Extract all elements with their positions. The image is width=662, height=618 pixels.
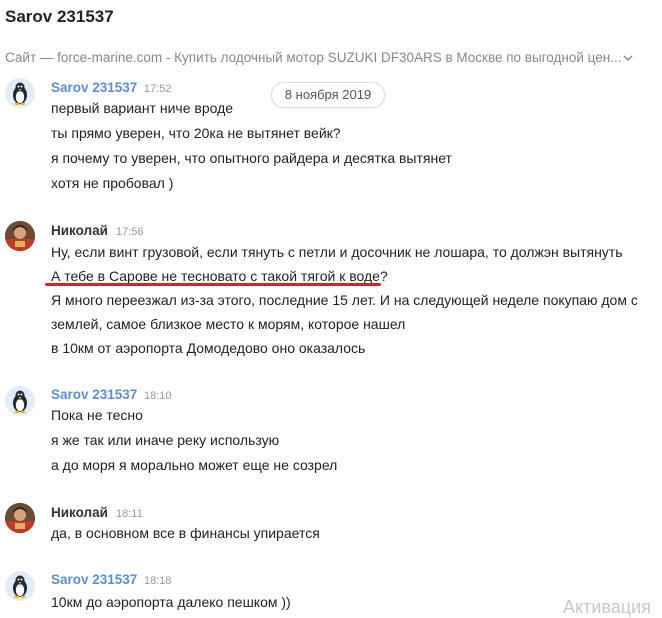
message-line: Пока не тесно <box>51 407 143 423</box>
message-line: Я много переезжал из-за этого, последние… <box>51 292 638 308</box>
site-preview-bar[interactable]: Сайт — force-marine.com - Купить лодочны… <box>5 50 635 65</box>
message-time: 18:18 <box>144 575 172 587</box>
avatar[interactable] <box>5 78 35 108</box>
message-line: я же так или иначе реку использую <box>51 432 280 448</box>
message-line: землей, самое близкое место к морям, кот… <box>51 316 406 332</box>
message-author[interactable]: Николай <box>51 505 108 520</box>
highlight-underline <box>45 283 381 286</box>
message-time: 17:52 <box>144 83 172 95</box>
message-line: 10км до аэропорта далеко пешком )) <box>51 594 291 610</box>
chevron-down-icon[interactable] <box>621 50 635 65</box>
site-preview-text: Сайт — force-marine.com - Купить лодочны… <box>5 50 622 65</box>
avatar[interactable] <box>5 571 35 601</box>
message-author[interactable]: Sarov 231537 <box>51 387 137 402</box>
message-line: первый вариант ниче вроде <box>51 100 234 116</box>
chat-title: Sarov 231537 <box>5 7 114 26</box>
message-line: Ну, если винт грузовой, если тянуть с пе… <box>51 244 623 260</box>
message-line: да, в основном все в финансы упирается <box>51 525 320 541</box>
message-line: хотя не пробовал ) <box>51 175 174 191</box>
penguin-icon <box>13 575 27 599</box>
activation-watermark: Активация <box>563 597 651 617</box>
date-separator: 8 ноября 2019 <box>271 82 385 108</box>
message-line: А тебе в Сарове не тесновато с такой тяг… <box>51 268 388 284</box>
message-time: 18:10 <box>144 390 172 402</box>
avatar[interactable] <box>5 386 35 416</box>
message-author[interactable]: Николай <box>51 223 108 238</box>
message-author[interactable]: Sarov 231537 <box>51 80 137 95</box>
avatar[interactable] <box>5 221 35 251</box>
user-photo-icon <box>5 221 35 251</box>
message-line: ты прямо уверен, что 20ка не вытянет вей… <box>51 125 341 141</box>
penguin-icon <box>13 390 27 414</box>
message-line: я почему то уверен, что опытного райдера… <box>51 150 452 166</box>
message-time: 18:11 <box>116 508 143 520</box>
avatar[interactable] <box>5 503 35 533</box>
penguin-icon <box>13 82 27 106</box>
message-author[interactable]: Sarov 231537 <box>51 572 137 587</box>
message-line: а до моря я морально может еще не созрел <box>51 457 338 473</box>
message-line: в 10км от аэропорта Домодедово оно оказа… <box>51 340 366 356</box>
message-time: 17:56 <box>116 226 144 238</box>
user-photo-icon <box>5 503 35 533</box>
